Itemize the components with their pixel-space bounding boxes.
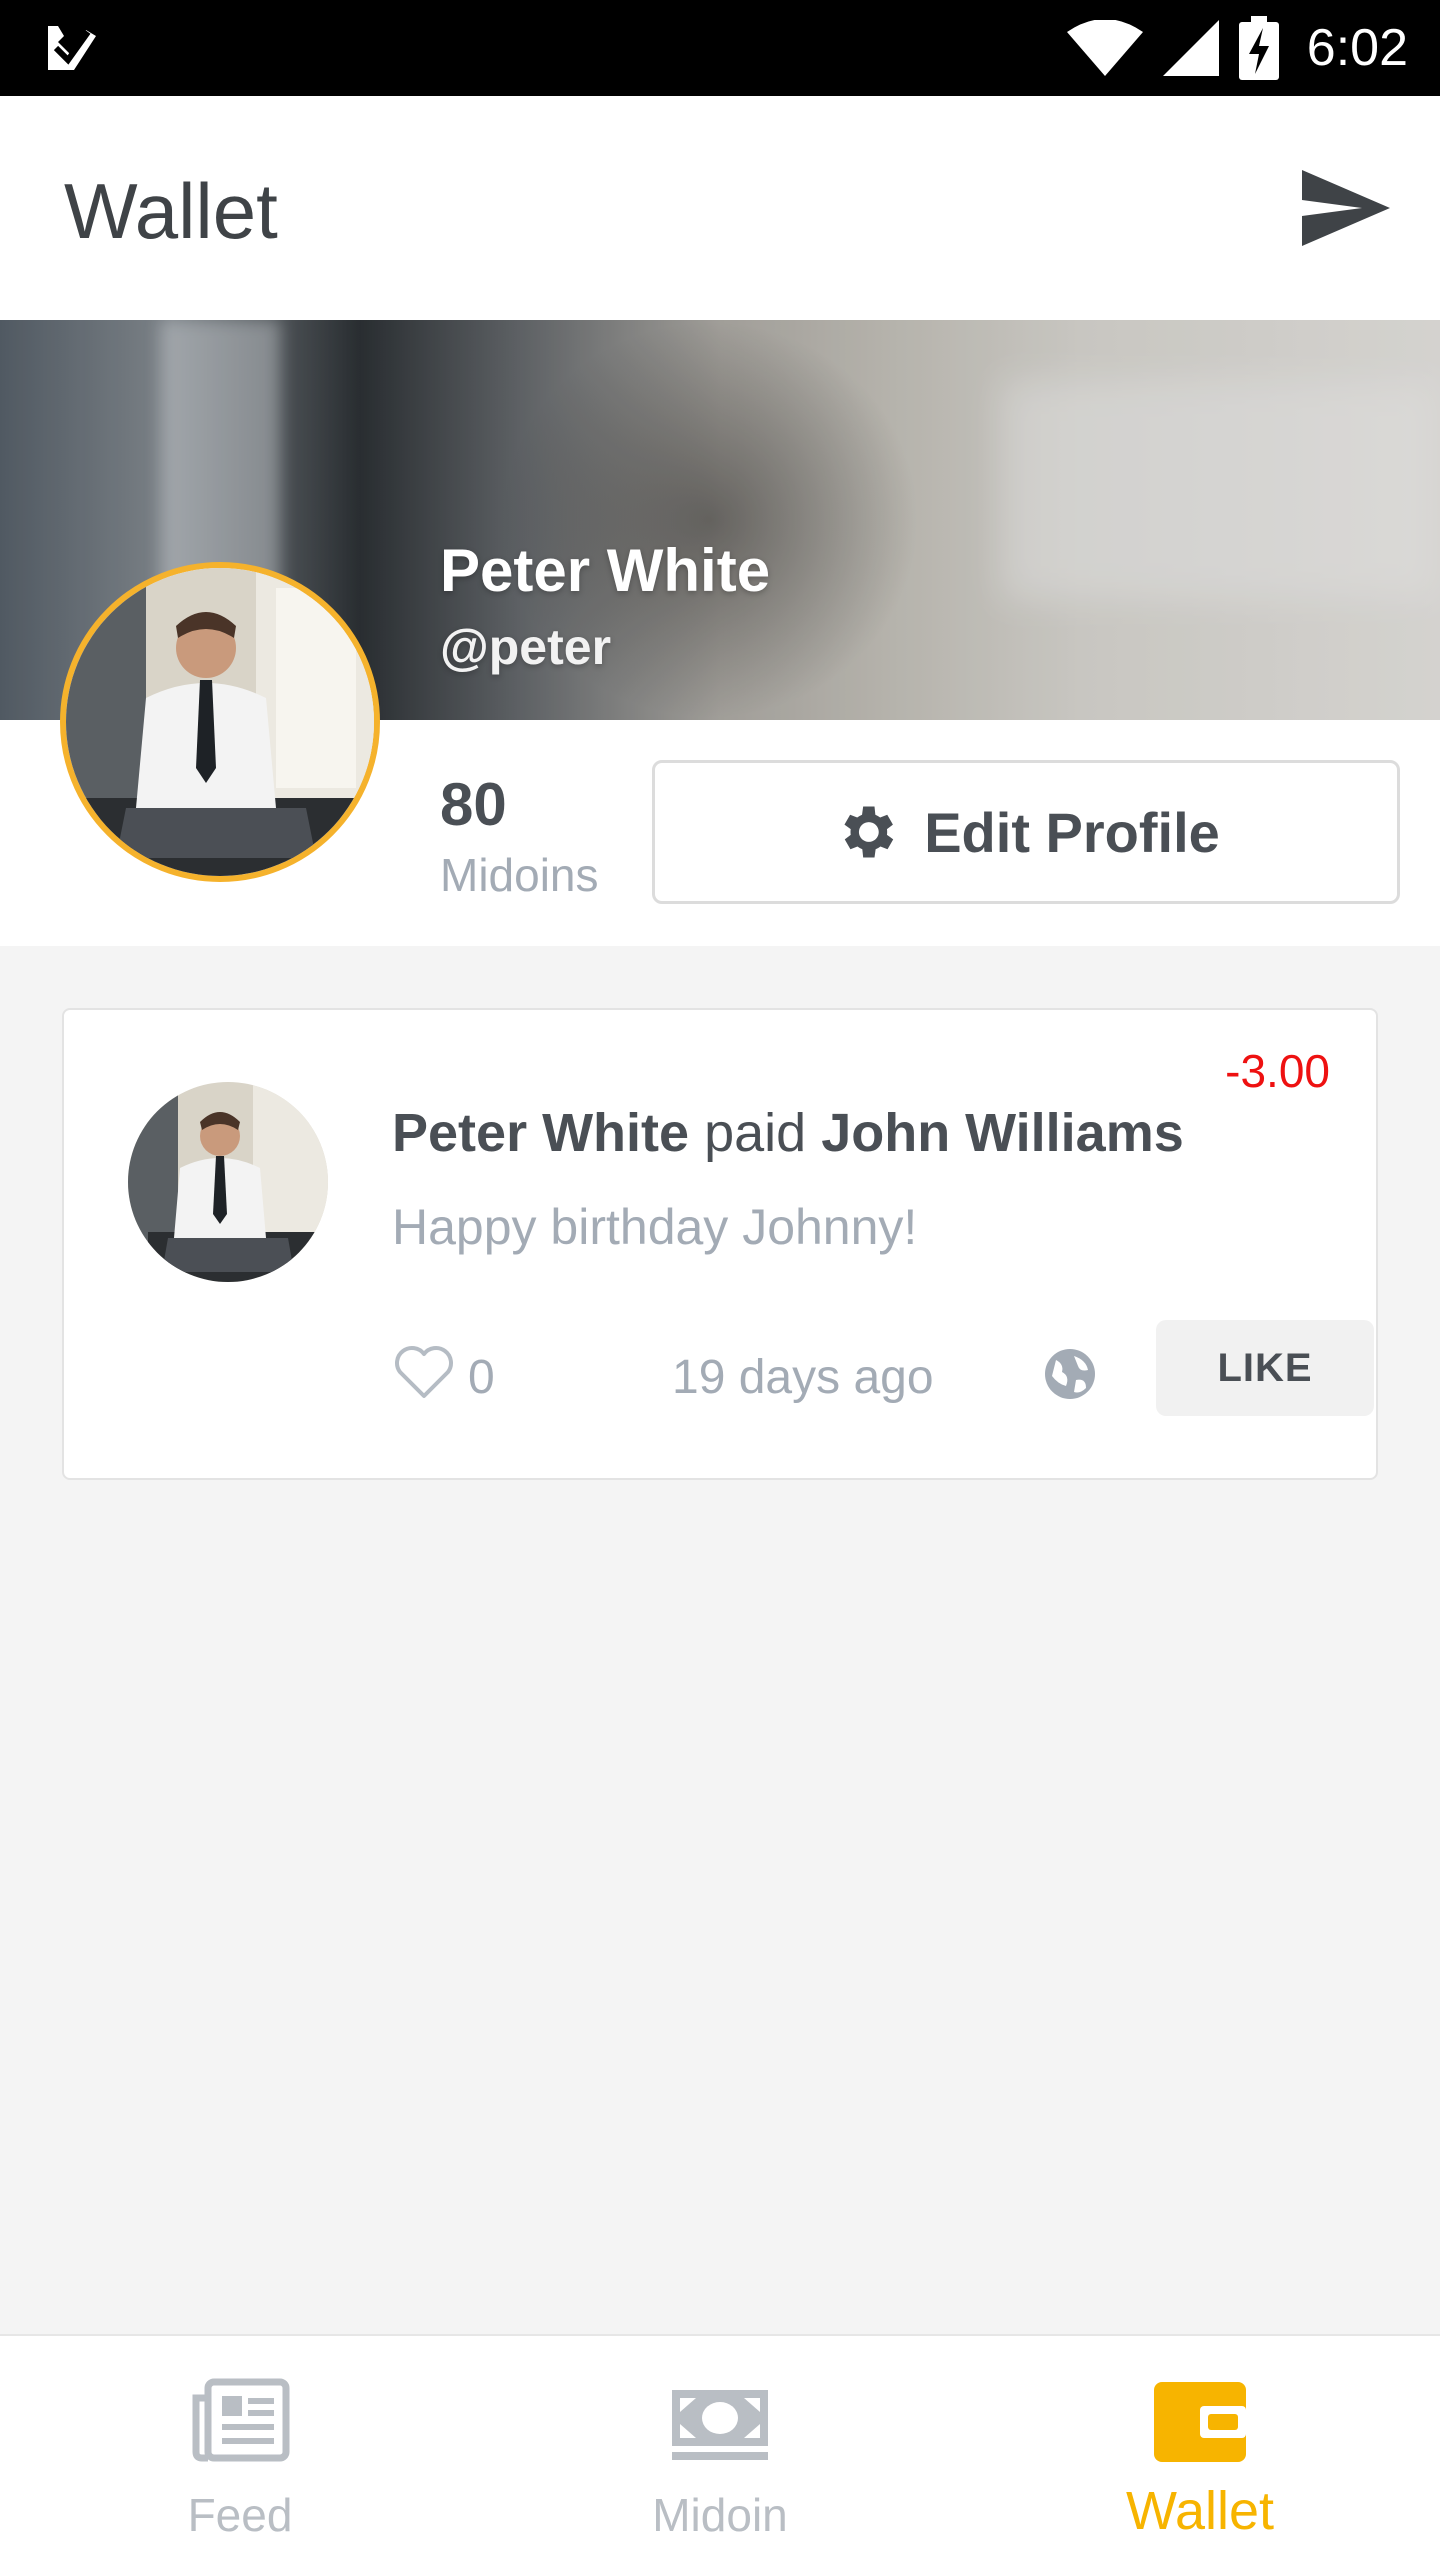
nav-item-feed[interactable]: Feed: [0, 2336, 480, 2560]
page-title: Wallet: [64, 167, 278, 255]
like-button-label: LIKE: [1217, 1345, 1313, 1390]
edit-profile-button[interactable]: Edit Profile: [652, 760, 1400, 904]
profile-name: Peter White: [440, 537, 771, 604]
like-button[interactable]: LIKE: [1156, 1320, 1374, 1416]
profile-handle: @peter: [440, 619, 612, 675]
transaction-summary: Peter White paid John Williams: [392, 1102, 1184, 1164]
nav-label-feed: Feed: [187, 2489, 293, 2541]
payer-name[interactable]: Peter White: [392, 1103, 689, 1163]
wifi-icon: [1066, 20, 1143, 76]
avatar[interactable]: [60, 562, 380, 882]
app-notification-icon: [48, 26, 96, 70]
app-bar: Wallet: [0, 96, 1440, 320]
transaction-card[interactable]: -3.00 Peter White paid John Williams Hap…: [62, 1008, 1378, 1480]
balance-label: Midoins: [440, 849, 599, 901]
bottom-navigation: Feed Midoin Wallet: [0, 2334, 1440, 2560]
clock: 6:02: [1306, 19, 1408, 77]
transaction-amount: -3.00: [1225, 1045, 1330, 1097]
nav-item-midoin[interactable]: Midoin: [480, 2336, 960, 2560]
edit-profile-label: Edit Profile: [924, 800, 1220, 864]
transaction-actions: 0 19 days ago LIKE: [392, 1320, 1374, 1416]
transaction-message: Happy birthday Johnny!: [392, 1199, 918, 1255]
heart-icon[interactable]: [392, 1344, 456, 1400]
timestamp: 19 days ago: [672, 1351, 934, 1404]
nav-label-midoin: Midoin: [652, 2489, 788, 2541]
gear-icon: [844, 806, 894, 858]
send-icon[interactable]: [1298, 166, 1394, 250]
globe-icon: [1045, 1349, 1095, 1399]
transaction-verb: paid: [704, 1103, 807, 1163]
avatar-photo: [128, 1082, 328, 1282]
signal-icon: [1162, 20, 1219, 76]
avatar[interactable]: [128, 1082, 328, 1282]
nav-label-wallet: Wallet: [1125, 2481, 1275, 2541]
status-bar: 6:02: [0, 0, 1440, 96]
like-count: 0: [468, 1351, 495, 1404]
payee-name[interactable]: John Williams: [821, 1103, 1184, 1163]
nav-item-wallet[interactable]: Wallet: [960, 2336, 1440, 2560]
avatar-photo: [66, 568, 374, 876]
battery-charging-icon: [1238, 16, 1279, 80]
status-icons: 6:02: [1066, 0, 1408, 96]
balance-value: 80: [440, 771, 507, 838]
money-icon: [672, 2390, 768, 2460]
newspaper-icon: [192, 2378, 290, 2462]
wallet-icon: [1154, 2382, 1246, 2462]
